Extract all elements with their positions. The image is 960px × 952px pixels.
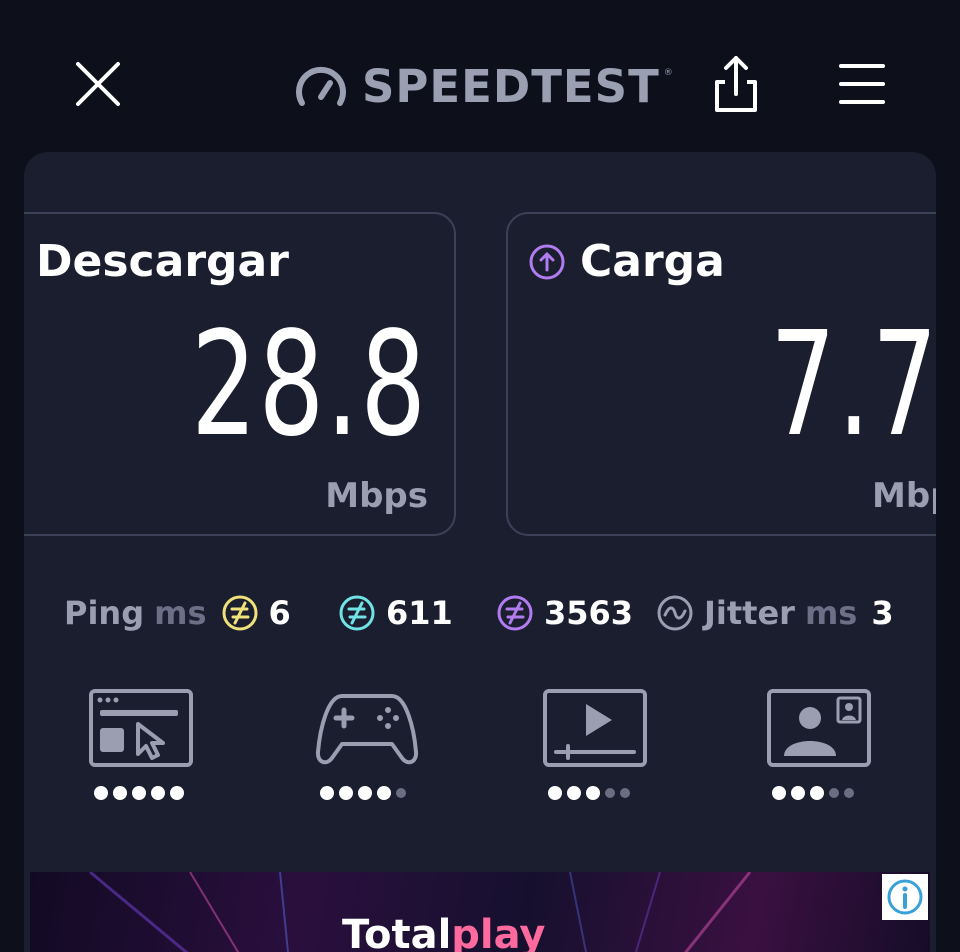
jitter-icon: [657, 595, 693, 631]
quality-web-browsing[interactable]: [88, 688, 198, 818]
top-bar: SPEEDTEST ®: [0, 0, 960, 150]
rating-dot-empty: [844, 788, 854, 798]
menu-icon: [839, 64, 885, 104]
download-latency-value: 611: [386, 594, 453, 632]
jitter-label: Jitter: [704, 594, 795, 632]
quality-gaming[interactable]: [314, 688, 424, 818]
ping-label: Ping: [64, 594, 145, 632]
download-latency-icon: [339, 595, 375, 631]
rating-dot-empty: [620, 788, 630, 798]
results-panel: Descargar 28.8 Mbps Carga 7.75 Mbps Ping…: [24, 152, 936, 952]
rating-dot-empty: [829, 788, 839, 798]
video-player-icon: [543, 689, 647, 767]
rating-dot-filled: [151, 786, 165, 800]
download-label: Descargar: [36, 236, 289, 287]
browser-cursor-icon: [89, 689, 193, 767]
download-value: 28.8: [191, 300, 428, 468]
rating-dot-empty: [396, 788, 406, 798]
rating-dot-filled: [358, 786, 372, 800]
idle-latency-icon: [222, 595, 257, 631]
rating-dots: [94, 786, 184, 800]
rating-dots: [772, 786, 854, 800]
arrow-up-circle-icon: [529, 244, 565, 279]
share-icon: [715, 56, 757, 112]
share-button[interactable]: [708, 52, 764, 116]
rating-dot-filled: [586, 786, 600, 800]
upload-latency-icon: [497, 595, 533, 631]
upload-latency[interactable]: 3563: [496, 588, 633, 638]
download-card[interactable]: Descargar 28.8 Mbps: [24, 212, 456, 536]
rating-dot-filled: [94, 786, 108, 800]
download-latency[interactable]: 611: [338, 588, 453, 638]
rating-dot-filled: [132, 786, 146, 800]
rating-dot-filled: [170, 786, 184, 800]
speedometer-icon: [296, 66, 346, 106]
brand-name: SPEEDTEST: [362, 59, 660, 113]
ad-info-button[interactable]: [882, 874, 928, 920]
rating-dots: [548, 786, 630, 800]
menu-button[interactable]: [834, 56, 890, 112]
quality-video-streaming[interactable]: [542, 688, 652, 818]
latency-row: Ping ms 6 611 3563 Jitter ms 3: [24, 588, 936, 638]
quality-indicators: [24, 688, 936, 818]
rating-dot-filled: [377, 786, 391, 800]
close-icon: [76, 62, 120, 106]
download-title: Descargar: [36, 236, 289, 287]
upload-label: Carga: [580, 236, 725, 287]
download-unit: Mbps: [325, 476, 428, 516]
info-icon: [887, 879, 923, 915]
upload-title: Carga: [528, 236, 725, 287]
rating-dot-filled: [548, 786, 562, 800]
ping-idle[interactable]: Ping ms 6: [64, 588, 291, 638]
close-button[interactable]: [70, 56, 126, 112]
ping-unit: ms: [154, 594, 207, 632]
gamepad-icon: [315, 694, 419, 765]
ad-brand-part-b: play: [451, 912, 546, 952]
ad-brand-name: Totalplay: [342, 912, 545, 952]
rating-dot-empty: [605, 788, 615, 798]
upload-latency-value: 3563: [544, 594, 634, 632]
upload-card[interactable]: Carga 7.75 Mbps: [506, 212, 936, 536]
rating-dot-filled: [810, 786, 824, 800]
rating-dot-filled: [320, 786, 334, 800]
rating-dot-filled: [339, 786, 353, 800]
rating-dot-filled: [567, 786, 581, 800]
upload-value: 7.75: [770, 300, 936, 468]
jitter-unit: ms: [804, 594, 858, 632]
rating-dot-filled: [791, 786, 805, 800]
jitter[interactable]: Jitter ms 3: [656, 588, 894, 638]
ad-banner[interactable]: Totalplay: [30, 872, 930, 952]
quality-video-calling[interactable]: [766, 688, 876, 818]
rating-dots: [320, 786, 406, 800]
idle-latency-value: 6: [268, 594, 291, 632]
rating-dot-filled: [113, 786, 127, 800]
video-call-icon: [767, 689, 871, 767]
ad-brand-part-a: Total: [342, 912, 452, 952]
upload-unit: Mbps: [872, 476, 936, 516]
jitter-value: 3: [871, 594, 894, 632]
rating-dot-filled: [772, 786, 786, 800]
registered-mark: ®: [663, 68, 673, 78]
speedtest-logo: SPEEDTEST ®: [294, 58, 673, 114]
